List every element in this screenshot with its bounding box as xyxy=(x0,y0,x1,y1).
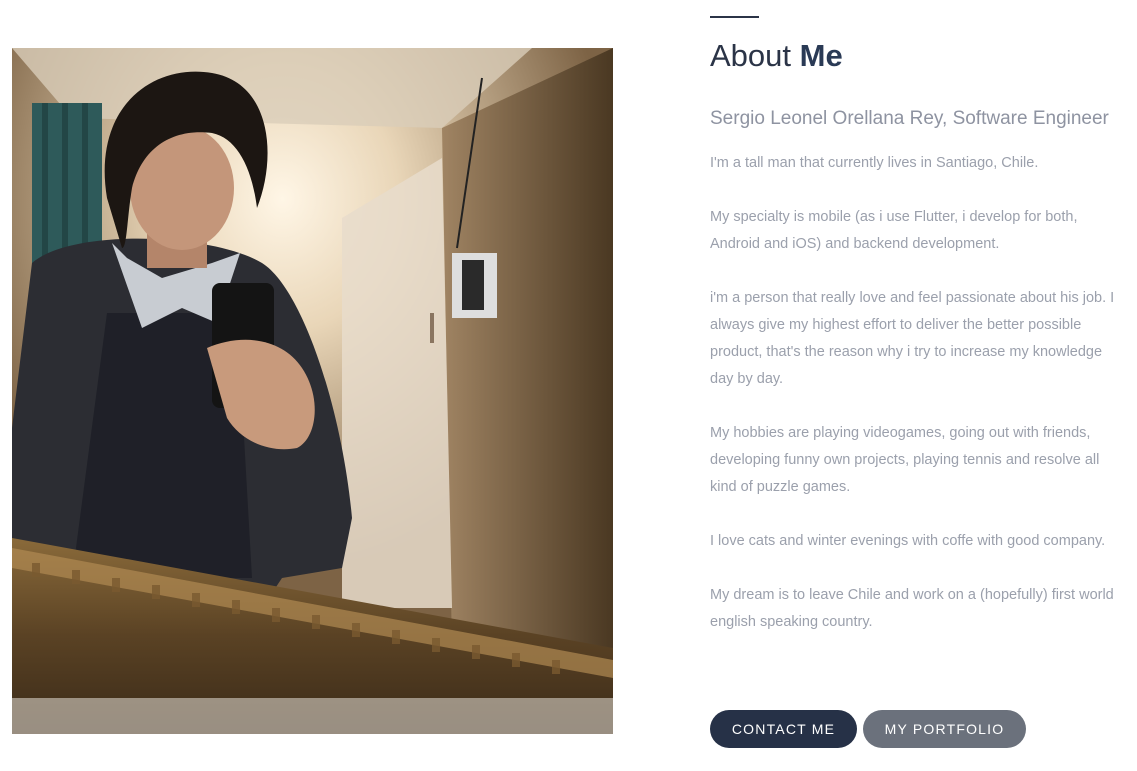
accent-divider xyxy=(710,16,759,18)
bio-paragraph: My hobbies are playing videogames, going… xyxy=(710,425,1100,495)
bio-paragraph: My dream is to leave Chile and work on a… xyxy=(710,587,1114,630)
bio-paragraph: My specialty is mobile (as i use Flutter… xyxy=(710,209,1078,252)
bio-paragraph: I love cats and winter evenings with cof… xyxy=(710,533,1106,549)
bio-paragraph: I'm a tall man that currently lives in S… xyxy=(710,155,1039,171)
title-bold: Me xyxy=(799,38,843,73)
title-light: About xyxy=(710,38,800,73)
bio-paragraph: i'm a person that really love and feel p… xyxy=(710,290,1115,387)
action-buttons: CONTACT ME MY PORTFOLIO xyxy=(710,710,1026,748)
contact-me-button[interactable]: CONTACT ME xyxy=(710,710,857,748)
profile-photo xyxy=(12,48,613,734)
page-title: About Me xyxy=(710,36,843,76)
my-portfolio-button[interactable]: MY PORTFOLIO xyxy=(863,710,1026,748)
bio-text: I'm a tall man that currently lives in S… xyxy=(710,150,1120,663)
subtitle: Sergio Leonel Orellana Rey, Software Eng… xyxy=(710,108,1109,129)
about-section: About Me Sergio Leonel Orellana Rey, Sof… xyxy=(0,0,1137,771)
